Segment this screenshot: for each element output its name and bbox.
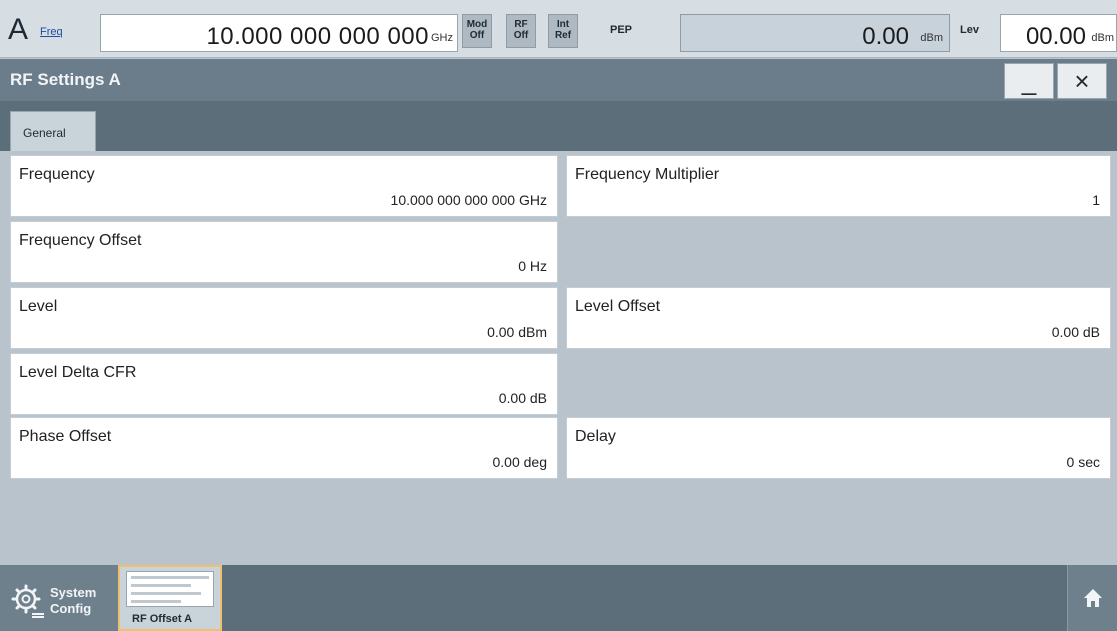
level-value: 0.00 dBm xyxy=(487,324,547,340)
frequency-multiplier-label: Frequency Multiplier xyxy=(575,166,720,183)
int-badge-line2: Ref xyxy=(554,30,572,41)
thumbnail-line xyxy=(131,592,201,595)
level-display-unit: dBm xyxy=(1091,32,1114,44)
delay-field[interactable]: Delay 0 sec xyxy=(566,417,1111,479)
lev-label: Lev xyxy=(960,24,979,36)
frequency-multiplier-field[interactable]: Frequency Multiplier 1 xyxy=(566,155,1111,217)
thumbnail-caption: RF Offset A xyxy=(132,613,193,625)
rf-offset-a-thumbnail[interactable]: RF Offset A xyxy=(118,565,222,631)
pep-label: PEP xyxy=(610,24,633,36)
mod-off-badge[interactable]: Mod Off xyxy=(462,14,492,48)
int-ref-badge[interactable]: Int Ref xyxy=(548,14,578,48)
home-icon xyxy=(1084,589,1102,607)
freq-label-link[interactable]: Freq xyxy=(40,26,63,38)
frequency-display-field[interactable]: 10.000 000 000 000 GHz xyxy=(100,14,458,52)
frequency-field[interactable]: Frequency 10.000 000 000 000 GHz xyxy=(10,155,558,217)
status-bar: A Freq 10.000 000 000 000 GHz Mod Off RF… xyxy=(0,0,1117,58)
system-config-text: System Config xyxy=(50,585,96,617)
system-config-button[interactable]: System Config xyxy=(0,565,118,631)
level-label: Level xyxy=(19,298,58,315)
settings-panel: Frequency 10.000 000 000 000 GHz Frequen… xyxy=(0,151,1117,565)
level-delta-cfr-value: 0.00 dB xyxy=(498,390,547,406)
delay-label: Delay xyxy=(575,428,616,445)
home-button[interactable] xyxy=(1067,565,1117,631)
dialog-title-bar: RF Settings A _ × xyxy=(0,59,1117,101)
frequency-offset-value: 0 Hz xyxy=(518,258,547,274)
frequency-display-unit: GHz xyxy=(431,32,453,44)
pep-display-field: 0.00 dBm xyxy=(680,14,950,52)
close-button[interactable]: × xyxy=(1057,63,1107,99)
level-display-field[interactable]: 00.00 dBm xyxy=(1000,14,1117,52)
thumbnail-line xyxy=(131,600,181,603)
mod-badge-line2: Off xyxy=(469,30,485,41)
frequency-value: 10.000 000 000 000 GHz xyxy=(390,192,547,208)
level-delta-cfr-field[interactable]: Level Delta CFR 0.00 dB xyxy=(10,353,558,415)
rf-badge-line2: Off xyxy=(513,30,529,41)
system-config-line1: System xyxy=(50,585,97,600)
rf-badge-line1: RF xyxy=(514,19,528,30)
tabs-bar: General xyxy=(0,101,1117,151)
level-offset-field[interactable]: Level Offset 0.00 dB xyxy=(566,287,1111,349)
frequency-display-value: 10.000 000 000 000 xyxy=(206,23,429,50)
level-field[interactable]: Level 0.00 dBm xyxy=(10,287,558,349)
phase-offset-field[interactable]: Phase Offset 0.00 deg xyxy=(10,417,558,479)
frequency-label: Frequency xyxy=(19,166,95,183)
pep-display-value: 0.00 xyxy=(862,23,909,50)
level-offset-value: 0.00 dB xyxy=(1051,324,1100,340)
thumbnail-line xyxy=(131,576,209,579)
tab-general[interactable]: General xyxy=(10,111,96,151)
phase-offset-label: Phase Offset xyxy=(19,428,112,445)
thumbnail-line xyxy=(131,584,191,587)
frequency-offset-label: Frequency Offset xyxy=(19,232,142,249)
level-delta-cfr-label: Level Delta CFR xyxy=(19,364,137,381)
bottom-bar: System Config RF Offset A xyxy=(0,565,1117,631)
rf-off-badge[interactable]: RF Off xyxy=(506,14,536,48)
delay-value: 0 sec xyxy=(1066,454,1100,470)
level-offset-label: Level Offset xyxy=(575,298,661,315)
int-badge-line1: Int xyxy=(556,19,570,30)
minimize-button[interactable]: _ xyxy=(1004,63,1054,99)
frequency-multiplier-value: 1 xyxy=(1092,192,1100,208)
dialog-title: RF Settings A xyxy=(10,70,121,89)
mod-badge-line1: Mod xyxy=(466,19,488,30)
frequency-offset-field[interactable]: Frequency Offset 0 Hz xyxy=(10,221,558,283)
level-display-value: 00.00 xyxy=(1025,23,1086,50)
minimize-icon: _ xyxy=(1021,66,1037,96)
path-indicator: A xyxy=(8,13,29,46)
phase-offset-value: 0.00 deg xyxy=(492,454,548,470)
system-config-line2: Config xyxy=(50,601,92,616)
thumbnail-preview xyxy=(126,571,214,607)
pep-display-unit: dBm xyxy=(920,32,943,44)
close-icon: × xyxy=(1074,66,1090,96)
gear-icon xyxy=(11,584,44,618)
